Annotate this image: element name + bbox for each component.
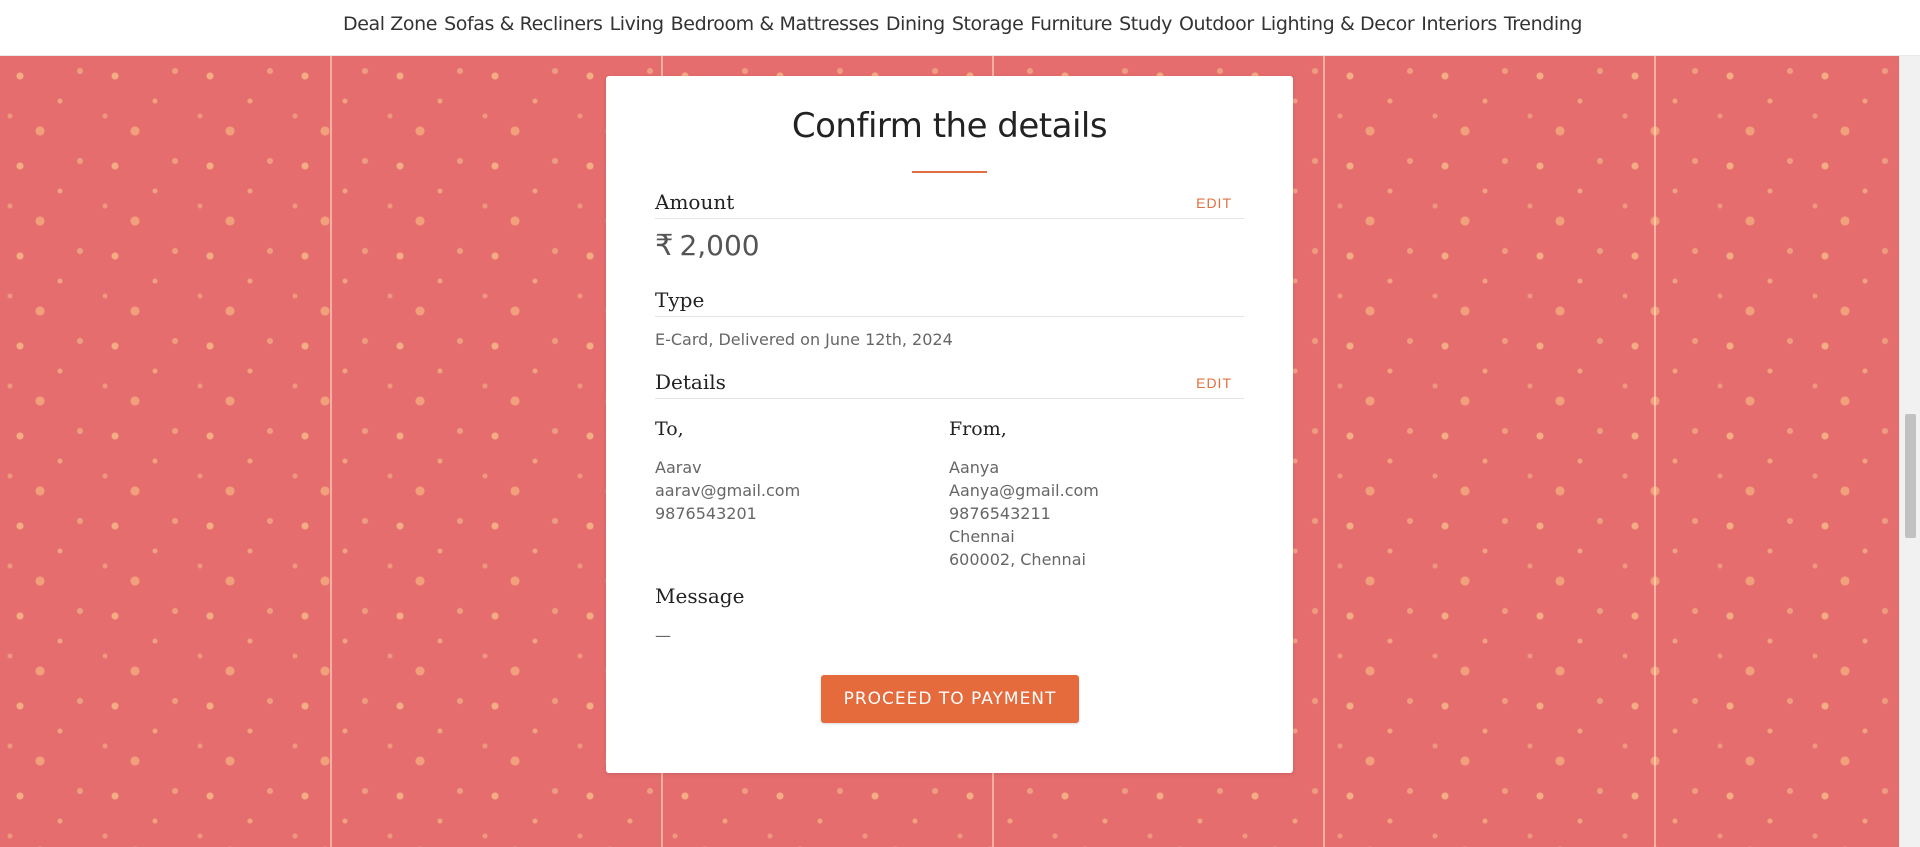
confirm-details-card: Confirm the details Amount EDIT ₹2,000 T… — [606, 76, 1293, 773]
edit-details-link[interactable]: EDIT — [1196, 375, 1232, 391]
message-value: — — [655, 626, 671, 645]
recipient-phone: 9876543201 — [655, 504, 757, 523]
scrollbar-thumb[interactable] — [1905, 414, 1916, 538]
sender-address: 600002, Chennai — [949, 550, 1086, 569]
sender-details: From, Aanya Aanya@gmail.com 9876543211 C… — [949, 418, 1209, 571]
pattern-seam — [330, 56, 332, 847]
amount-section-header: Amount EDIT — [655, 188, 1244, 219]
pattern-seam — [1654, 56, 1656, 847]
top-navigation: Deal Zone Sofas & Recliners Living Bedro… — [0, 0, 1920, 56]
sender-city: Chennai — [949, 527, 1015, 546]
recipient-name: Aarav — [655, 458, 702, 477]
nav-item-interiors[interactable]: Interiors — [1421, 13, 1497, 35]
type-value: E-Card, Delivered on June 12th, 2024 — [655, 330, 953, 349]
amount-label: Amount — [655, 190, 735, 214]
message-label: Message — [655, 584, 745, 608]
title-underline — [912, 171, 987, 173]
pattern-seam — [1323, 56, 1325, 847]
sender-name: Aanya — [949, 458, 1000, 477]
nav-item-outdoor[interactable]: Outdoor — [1179, 13, 1254, 35]
edit-amount-link[interactable]: EDIT — [1196, 195, 1232, 211]
nav-item-furniture[interactable]: Furniture — [1030, 13, 1112, 35]
type-section-header: Type — [655, 286, 1244, 317]
amount-value: ₹2,000 — [655, 228, 760, 262]
from-heading: From, — [949, 418, 1007, 440]
details-label: Details — [655, 370, 726, 394]
sender-email: Aanya@gmail.com — [949, 481, 1099, 500]
rupee-icon: ₹ — [655, 228, 674, 262]
recipient-email: aarav@gmail.com — [655, 481, 801, 500]
details-section-header: Details EDIT — [655, 368, 1244, 399]
recipient-details: To, Aarav aarav@gmail.com 9876543201 — [655, 418, 915, 525]
amount-number: 2,000 — [679, 229, 760, 262]
nav-item-trending[interactable]: Trending — [1504, 13, 1583, 35]
page-title: Confirm the details — [791, 106, 1108, 146]
nav-item-living[interactable]: Living — [610, 13, 664, 35]
nav-item-study[interactable]: Study — [1119, 13, 1172, 35]
nav-item-dining[interactable]: Dining — [886, 13, 945, 35]
type-label: Type — [655, 288, 705, 312]
sender-phone: 9876543211 — [949, 504, 1051, 523]
proceed-to-payment-button[interactable]: PROCEED TO PAYMENT — [821, 675, 1079, 723]
nav-item-deal-zone[interactable]: Deal Zone — [343, 13, 437, 35]
to-heading: To, — [655, 418, 684, 440]
nav-item-lighting-decor[interactable]: Lighting & Decor — [1261, 13, 1415, 35]
nav-item-storage[interactable]: Storage — [952, 13, 1024, 35]
nav-item-sofas-recliners[interactable]: Sofas & Recliners — [444, 13, 603, 35]
nav-item-bedroom-mattresses[interactable]: Bedroom & Mattresses — [671, 13, 880, 35]
page-scrollbar[interactable] — [1899, 56, 1920, 847]
